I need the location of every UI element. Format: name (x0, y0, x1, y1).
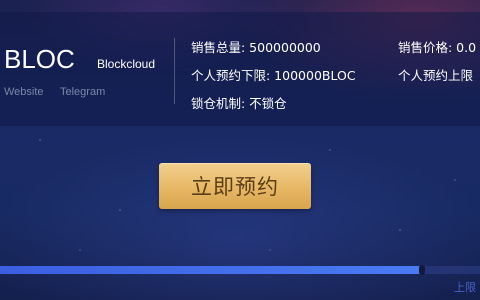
max-presale-stat: 个人预约上限 (398, 68, 474, 83)
lock-mechanism-stat: 锁仓机制: 不锁仓 (191, 96, 287, 111)
telegram-link[interactable]: Telegram (60, 86, 105, 98)
progress-fill (0, 266, 422, 274)
token-symbol: BLOC (4, 44, 75, 74)
info-divider (174, 38, 175, 104)
progress-knob (419, 265, 425, 275)
progress-track (0, 265, 480, 275)
token-full-name: Blockcloud (97, 57, 156, 71)
presale-button[interactable]: 立即预约 (159, 163, 311, 209)
min-presale-stat: 个人预约下限: 100000BLOC (191, 68, 356, 83)
website-link[interactable]: Website (4, 86, 44, 98)
price-stat: 销售价格: 0.0 (398, 40, 477, 55)
progress-cap-label: 上限 (454, 281, 476, 294)
total-supply-stat: 销售总量: 500000000 (191, 40, 321, 55)
